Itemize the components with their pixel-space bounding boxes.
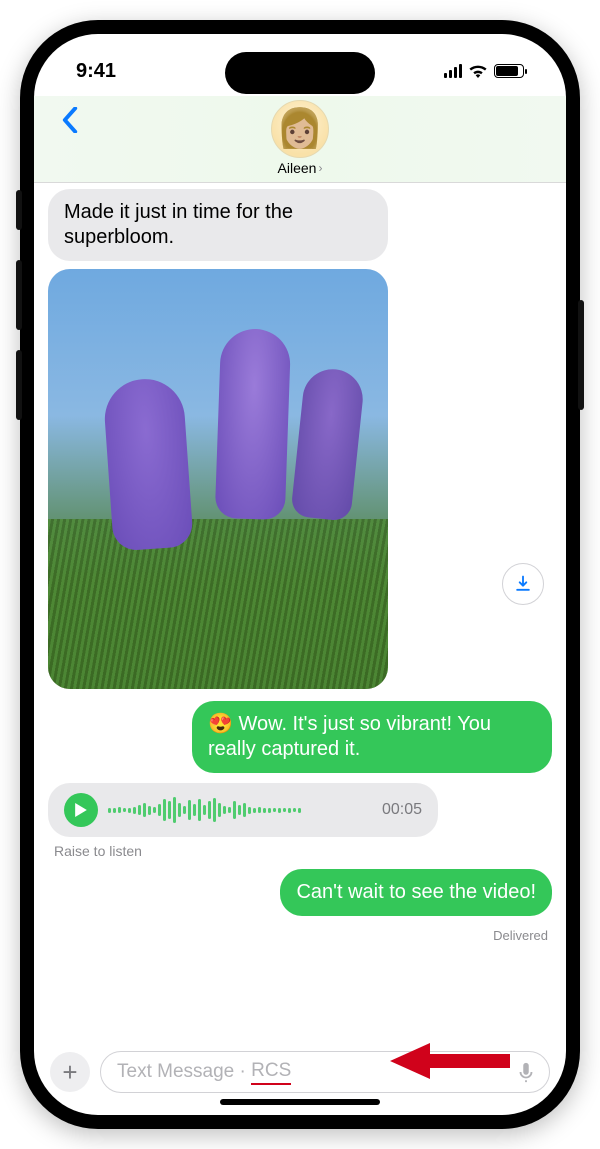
screen: 9:41 👩🏼 Aileen: [34, 34, 566, 1115]
outgoing-message-text: Wow. It's just so vibrant! You really ca…: [208, 713, 491, 760]
battery-icon: [494, 64, 524, 78]
cellular-icon: [444, 64, 462, 78]
download-image-button[interactable]: [502, 563, 544, 605]
dynamic-island: [225, 52, 375, 94]
contact-avatar[interactable]: 👩🏼: [271, 100, 329, 158]
incoming-message-bubble[interactable]: Made it just in time for the superbloom.: [48, 189, 388, 261]
contact-name-button[interactable]: Aileen ›: [278, 160, 323, 176]
raise-to-listen-hint: Raise to listen: [54, 843, 142, 859]
silent-switch[interactable]: [16, 190, 22, 230]
incoming-message-text: Made it just in time for the superbloom.: [64, 201, 293, 248]
back-button[interactable]: [54, 104, 86, 136]
audio-duration-label: 00:05: [382, 801, 422, 819]
download-icon: [513, 574, 533, 594]
outgoing-message-text-2: Can't wait to see the video!: [296, 881, 536, 903]
wifi-icon: [468, 64, 488, 78]
message-input[interactable]: Text Message · RCS: [100, 1051, 550, 1093]
status-time: 9:41: [76, 60, 116, 83]
placeholder-prefix: Text Message: [117, 1061, 234, 1083]
heart-eyes-emoji: 😍: [208, 713, 233, 735]
play-icon: [74, 803, 88, 817]
phone-frame: 9:41 👩🏼 Aileen: [20, 20, 580, 1129]
audio-waveform[interactable]: [108, 795, 372, 825]
microphone-icon[interactable]: [515, 1061, 537, 1083]
outgoing-message-bubble[interactable]: 😍 Wow. It's just so vibrant! You really …: [192, 701, 552, 773]
power-button[interactable]: [578, 300, 584, 410]
protocol-label: RCS: [251, 1060, 291, 1085]
incoming-audio-bubble[interactable]: 00:05: [48, 783, 438, 837]
messages-scroll[interactable]: Made it just in time for the superbloom.…: [34, 183, 566, 1045]
contact-name-label: Aileen: [278, 160, 317, 176]
incoming-photo-bubble[interactable]: [48, 269, 388, 689]
audio-play-button[interactable]: [64, 793, 98, 827]
volume-up-button[interactable]: [16, 260, 22, 330]
chat-header: 👩🏼 Aileen ›: [34, 96, 566, 183]
plus-icon: +: [62, 1057, 77, 1088]
chevron-right-icon: ›: [318, 161, 322, 175]
home-indicator[interactable]: [220, 1099, 380, 1105]
status-indicators: [444, 64, 524, 78]
volume-down-button[interactable]: [16, 350, 22, 420]
chevron-left-icon: [62, 107, 78, 133]
attachments-button[interactable]: +: [50, 1052, 90, 1092]
delivery-status-label: Delivered: [493, 928, 548, 943]
outgoing-message-bubble-2[interactable]: Can't wait to see the video!: [280, 869, 552, 916]
